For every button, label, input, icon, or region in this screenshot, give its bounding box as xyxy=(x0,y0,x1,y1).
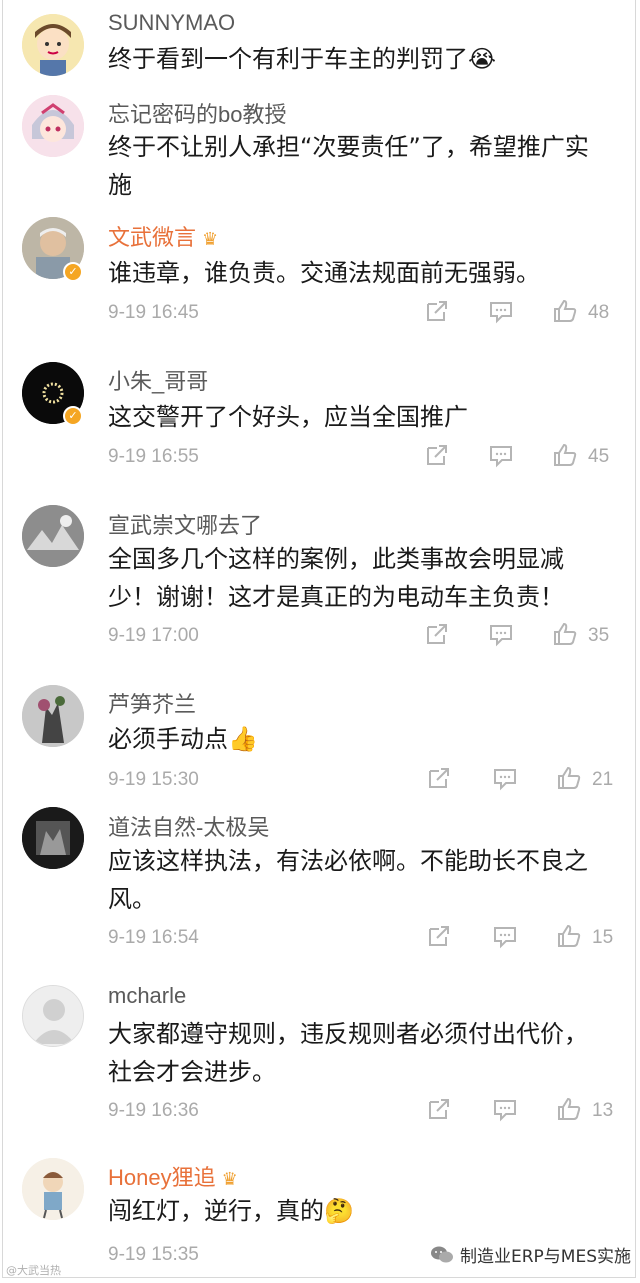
comment-icon[interactable] xyxy=(488,621,516,649)
username-text: Honey狸追 xyxy=(108,1165,216,1190)
username[interactable]: SUNNYMAO xyxy=(108,10,235,36)
like-icon[interactable] xyxy=(552,621,580,649)
crown-icon: ♛ xyxy=(202,229,219,249)
comment-text: 必须手动点👍 xyxy=(108,720,608,758)
comment-icon[interactable] xyxy=(488,298,516,326)
like-count: 35 xyxy=(588,625,610,646)
avatar[interactable] xyxy=(22,505,84,567)
timestamp: 9-19 16:54 xyxy=(108,927,199,948)
like-count: 45 xyxy=(588,446,610,467)
verified-icon: ✓ xyxy=(63,406,83,426)
share-icon[interactable] xyxy=(424,298,452,326)
timestamp: 9-19 16:36 xyxy=(108,1100,199,1121)
like-count: 48 xyxy=(588,302,610,323)
timestamp: 9-19 15:35 xyxy=(108,1244,199,1265)
comment-meta: 9-19 16:36 13 xyxy=(108,1097,618,1130)
watermark-right: 制造业ERP与MES实施 xyxy=(430,1242,631,1267)
share-icon[interactable] xyxy=(424,442,452,470)
comment-text: 终于不让别人承担“次要责任”了，希望推广实施 xyxy=(108,133,589,199)
avatar[interactable] xyxy=(22,985,84,1047)
avatar[interactable] xyxy=(22,95,84,157)
comment-text-content: 闯红灯，逆行，真的 xyxy=(108,1197,324,1225)
timestamp: 9-19 15:30 xyxy=(108,769,199,790)
avatar[interactable] xyxy=(22,685,84,747)
avatar[interactable] xyxy=(22,1158,84,1220)
watermark-text: 制造业ERP与MES实施 xyxy=(460,1247,632,1267)
comment-icon[interactable] xyxy=(492,765,520,793)
thinking-emoji-icon: 🤔 xyxy=(324,1197,354,1225)
username[interactable]: mcharle xyxy=(108,983,186,1009)
comment-meta: 9-19 15:30 21 xyxy=(108,766,618,799)
crown-icon: ♛ xyxy=(221,1169,238,1189)
like-icon[interactable] xyxy=(556,923,584,951)
comment-icon[interactable] xyxy=(492,923,520,951)
timestamp: 9-19 16:45 xyxy=(108,302,199,323)
username[interactable]: 文武微言 ♛ xyxy=(108,220,218,252)
like-icon[interactable] xyxy=(552,298,580,326)
avatar[interactable] xyxy=(22,807,84,869)
username[interactable]: 小朱_哥哥 xyxy=(108,364,208,396)
wechat-icon xyxy=(431,1246,453,1262)
timestamp: 9-19 16:55 xyxy=(108,446,199,467)
comment-text: 这交警开了个好头，应当全国推广 xyxy=(108,403,468,431)
share-icon[interactable] xyxy=(426,765,454,793)
avatar[interactable] xyxy=(22,14,84,76)
comment-icon[interactable] xyxy=(492,1096,520,1124)
comment-icon[interactable] xyxy=(488,442,516,470)
like-count: 21 xyxy=(592,769,614,790)
like-count: 15 xyxy=(592,927,614,948)
comment-text: 终于看到一个有利于车主的判罚了😭 xyxy=(108,40,608,78)
comment-text: 应该这样执法，有法必依啊。不能助长不良之风。 xyxy=(108,847,588,913)
username[interactable]: 宣武崇文哪去了 xyxy=(108,508,262,540)
comment-text: 大家都遵守规则，违反规则者必须付出代价，社会才会进步。 xyxy=(108,1020,588,1086)
comment-text-content: 必须手动点 xyxy=(108,725,228,753)
timestamp: 9-19 17:00 xyxy=(108,625,199,646)
comment-meta: 9-19 16:45 48 xyxy=(108,299,618,332)
share-icon[interactable] xyxy=(426,923,454,951)
comment-meta: 9-19 16:55 45 xyxy=(108,443,618,476)
crying-emoji-icon: 😭 xyxy=(468,45,497,73)
share-icon[interactable] xyxy=(424,621,452,649)
comment-meta: 9-19 17:00 35 xyxy=(108,622,618,655)
verified-icon: ✓ xyxy=(63,262,83,282)
username[interactable]: Honey狸追 ♛ xyxy=(108,1160,238,1192)
username[interactable]: 忘记密码的bo教授 xyxy=(108,97,286,129)
comment-meta: 9-19 16:54 15 xyxy=(108,924,618,957)
comment-text: 闯红灯，逆行，真的🤔 xyxy=(108,1192,608,1230)
username[interactable]: 芦笋芥兰 xyxy=(108,687,196,719)
watermark-left: @大武当热 xyxy=(6,1264,61,1277)
username-text: 文武微言 xyxy=(108,225,197,250)
share-icon[interactable] xyxy=(426,1096,454,1124)
comment-text: 全国多几个这样的案例，此类事故会明显减少！谢谢！这才是真正的为电动车主负责！ xyxy=(108,545,564,611)
comment-text-content: 终于看到一个有利于车主的判罚了 xyxy=(108,45,468,73)
username[interactable]: 道法自然-太极吴 xyxy=(108,810,269,842)
comment-text: 谁违章，谁负责。交通法规面前无强弱。 xyxy=(108,259,540,287)
thumbs-up-emoji-icon: 👍 xyxy=(228,725,258,753)
like-icon[interactable] xyxy=(556,765,584,793)
like-count: 13 xyxy=(592,1100,614,1121)
like-icon[interactable] xyxy=(552,442,580,470)
like-icon[interactable] xyxy=(556,1096,584,1124)
